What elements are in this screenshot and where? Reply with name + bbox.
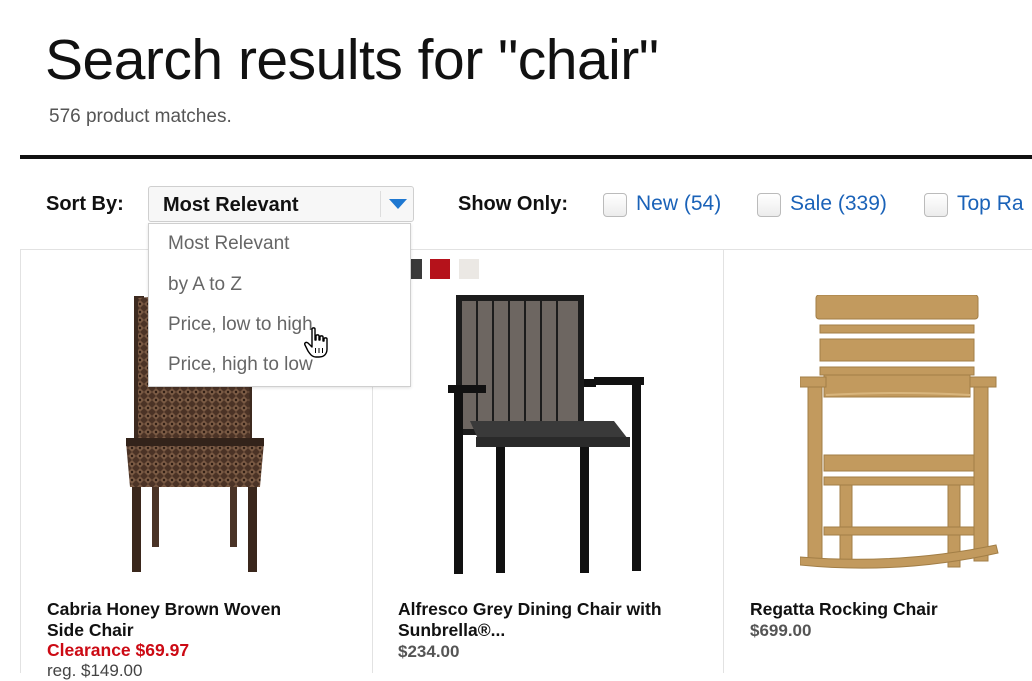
sort-dropdown: Most Relevant by A to Z Price, low to hi… bbox=[148, 223, 411, 387]
filter-sale-checkbox[interactable] bbox=[757, 193, 781, 217]
color-swatch[interactable] bbox=[459, 259, 479, 279]
page-title: Search results for "chair" bbox=[45, 28, 659, 92]
show-only-label: Show Only: bbox=[458, 193, 568, 215]
product-name-line[interactable]: Sunbrella®... bbox=[398, 620, 662, 641]
sort-option-price-low-high[interactable]: Price, low to high bbox=[168, 314, 313, 336]
filter-top-rated-checkbox[interactable] bbox=[924, 193, 948, 217]
sort-option-price-high-low[interactable]: Price, high to low bbox=[168, 354, 313, 376]
grid-divider bbox=[20, 249, 21, 673]
filter-top-rated-label[interactable]: Top Ra bbox=[957, 192, 1024, 216]
product-name-line[interactable]: Alfresco Grey Dining Chair with bbox=[398, 599, 662, 620]
select-divider bbox=[380, 191, 381, 217]
product-name[interactable]: Alfresco Grey Dining Chair with Sunbrell… bbox=[398, 599, 662, 641]
product-image[interactable] bbox=[448, 293, 648, 578]
color-swatch[interactable] bbox=[430, 259, 450, 279]
product-image[interactable] bbox=[800, 295, 1000, 580]
sort-option-a-to-z[interactable]: by A to Z bbox=[168, 274, 242, 296]
product-name-line[interactable]: Side Chair bbox=[47, 620, 281, 641]
match-count: 576 product matches. bbox=[49, 106, 232, 127]
product-name[interactable]: Cabria Honey Brown Woven Side Chair bbox=[47, 599, 281, 641]
filter-new-label[interactable]: New (54) bbox=[636, 192, 721, 216]
sort-option-most-relevant[interactable]: Most Relevant bbox=[168, 233, 289, 255]
sort-label: Sort By: bbox=[46, 193, 124, 215]
grid-divider bbox=[723, 249, 724, 673]
filter-new-checkbox[interactable] bbox=[603, 193, 627, 217]
filter-sale-label[interactable]: Sale (339) bbox=[790, 192, 887, 216]
clearance-price: Clearance $69.97 bbox=[47, 640, 190, 660]
regular-price: reg. $149.00 bbox=[47, 661, 143, 680]
product-price: $699.00 bbox=[750, 621, 812, 640]
sort-selected-value: Most Relevant bbox=[163, 194, 299, 216]
product-name[interactable]: Regatta Rocking Chair bbox=[750, 599, 938, 620]
product-price: $234.00 bbox=[398, 642, 460, 661]
hand-cursor-icon bbox=[304, 327, 328, 358]
sort-select[interactable]: Most Relevant bbox=[148, 186, 414, 222]
chevron-down-icon[interactable] bbox=[389, 199, 407, 209]
product-name-line[interactable]: Cabria Honey Brown Woven bbox=[47, 599, 281, 620]
header-divider bbox=[20, 155, 1032, 159]
